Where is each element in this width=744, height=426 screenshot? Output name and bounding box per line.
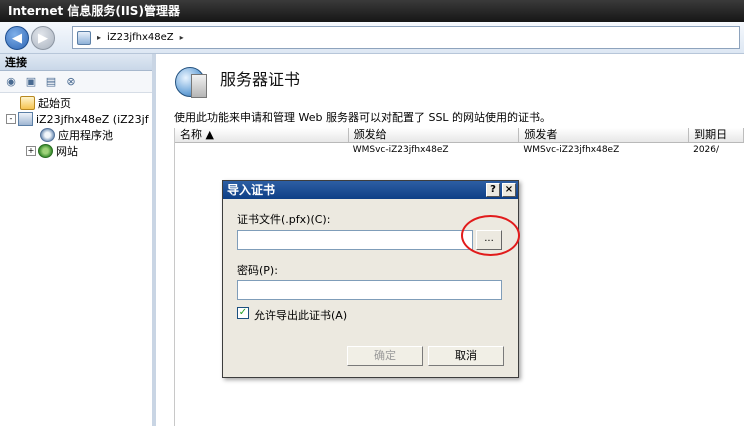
cell-issued-by: WMSvc-iZ23jfhx48eZ <box>523 145 620 155</box>
column-issued-by[interactable]: 颁发者 <box>519 128 690 142</box>
table-header: 名称 ▲ 颁发给 颁发者 到期日 <box>175 128 744 143</box>
connect-icon[interactable]: ◉ <box>3 74 19 90</box>
tree-item-label: 起始页 <box>38 97 71 110</box>
window-title: Internet 信息服务(IIS)管理器 <box>8 4 180 18</box>
save-icon[interactable]: ▣ <box>23 74 39 90</box>
server-icon <box>77 30 91 45</box>
cell-name <box>175 143 349 157</box>
column-issued-to[interactable]: 颁发给 <box>349 128 520 142</box>
dialog-title: 导入证书 <box>227 183 276 197</box>
window-title-bar: Internet 信息服务(IIS)管理器 <box>0 0 744 22</box>
tree-item-app-pools[interactable]: 应用程序池 <box>0 127 152 143</box>
navigation-toolbar: ◀ ▶ ▸ iZ23jfhx48eZ ▸ <box>0 22 744 54</box>
arrow-right-icon: ▶ <box>38 30 48 46</box>
forward-button[interactable]: ▶ <box>31 26 55 50</box>
sites-icon <box>38 144 53 158</box>
certificate-file-label: 证书文件(.pfx)(C): <box>237 213 331 226</box>
allow-export-label[interactable]: 允许导出此证书(A) <box>254 307 347 323</box>
tree-item-sites[interactable]: + 网站 <box>0 143 152 159</box>
allow-export-checkbox[interactable]: ✓ <box>237 307 249 319</box>
password-label: 密码(P): <box>237 264 278 277</box>
tree-item-server[interactable]: - iZ23jfhx48eZ (iZ23jf <box>0 111 152 127</box>
tree-item-label: 应用程序池 <box>58 129 113 142</box>
column-expires[interactable]: 到期日 <box>689 128 744 142</box>
start-page-icon <box>20 96 35 110</box>
dialog-title-bar: 导入证书 ? × <box>223 181 518 199</box>
ok-button[interactable]: 确定 <box>347 346 423 366</box>
tree-item-label: iZ23jfhx48eZ (iZ23jf <box>36 112 149 126</box>
import-certificate-dialog: 导入证书 ? × 证书文件(.pfx)(C): ... 密码(P): ✓ 允许导… <box>222 180 520 378</box>
cancel-button[interactable]: 取消 <box>428 346 504 366</box>
back-button[interactable]: ◀ <box>5 26 29 50</box>
cell-expires: 2026/ <box>693 145 720 155</box>
highlight-circle <box>461 215 520 256</box>
app-pool-icon <box>40 128 55 142</box>
up-level-icon[interactable]: ▤ <box>43 74 59 90</box>
disconnect-icon[interactable]: ⊗ <box>63 74 79 90</box>
tree-item-start-page[interactable]: 起始页 <box>0 95 152 111</box>
address-bar[interactable]: ▸ iZ23jfhx48eZ ▸ <box>72 26 740 49</box>
certificate-file-input[interactable] <box>237 230 473 250</box>
table-row[interactable]: WMSvc-iZ23jfhx48eZ WMSvc-iZ23jfhx48eZ 20… <box>175 143 744 157</box>
close-button[interactable]: × <box>502 183 516 197</box>
breadcrumb-arrow-icon: ▸ <box>97 33 102 42</box>
feature-description: 使用此功能来申请和管理 Web 服务器可以对配置了 SSL 的网站使用的证书。 <box>174 111 552 124</box>
server-icon <box>18 112 33 126</box>
tree-item-label: 网站 <box>56 145 78 158</box>
column-name[interactable]: 名称 ▲ <box>175 128 349 142</box>
collapse-toggle[interactable]: - <box>6 114 16 124</box>
breadcrumb-arrow-icon: ▸ <box>179 33 184 42</box>
password-input[interactable] <box>237 280 502 300</box>
arrow-left-icon: ◀ <box>12 30 22 46</box>
expand-toggle[interactable]: + <box>26 146 36 156</box>
connections-tree: 起始页 - iZ23jfhx48eZ (iZ23jf 应用程序池 + 网站 <box>0 93 152 159</box>
connections-header: 连接 <box>0 54 152 71</box>
cell-issued-to: WMSvc-iZ23jfhx48eZ <box>352 145 449 155</box>
page-title: 服务器证书 <box>220 70 301 89</box>
help-button[interactable]: ? <box>486 183 500 197</box>
globe-certificate-icon <box>175 67 207 98</box>
connections-toolbar: ◉ ▣ ▤ ⊗ <box>0 71 152 93</box>
breadcrumb-server[interactable]: iZ23jfhx48eZ <box>107 32 174 43</box>
connections-pane: 连接 ◉ ▣ ▤ ⊗ 起始页 - iZ23jfhx48eZ (iZ23jf 应用… <box>0 54 156 426</box>
